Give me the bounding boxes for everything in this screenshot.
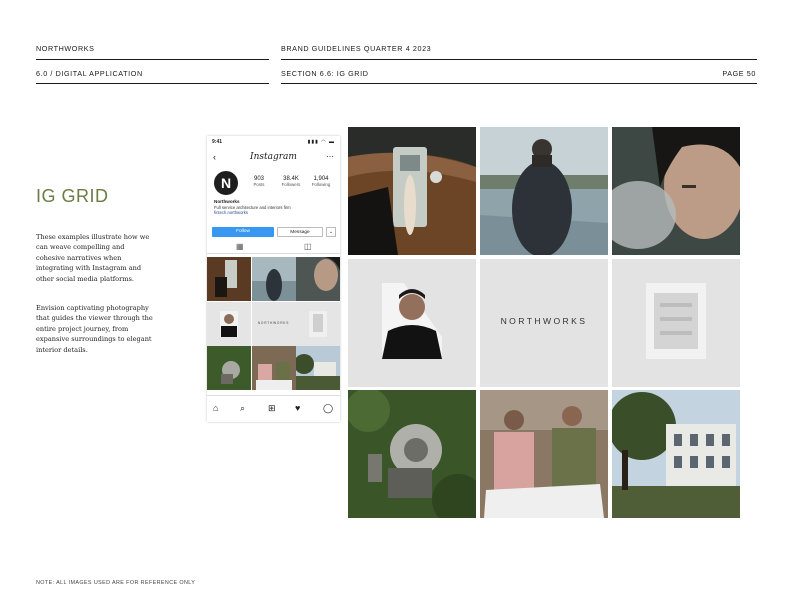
lake-image — [251, 257, 296, 301]
instagram-phone-mockup: 9:41 ▮▮▮ ◠ ▬ ‹ Instagram ⋯ N 903 Posts 3… — [207, 136, 340, 422]
grid-tile-aerial — [348, 390, 476, 518]
brand-building-image — [296, 301, 340, 346]
aerial-image — [207, 346, 251, 390]
header-rule-right-1 — [281, 59, 757, 60]
header-rule-right-2 — [281, 83, 757, 84]
profile-icon[interactable]: ◯ — [323, 403, 333, 414]
stat-posts-label: Posts — [253, 182, 265, 187]
document-title: BRAND GUIDELINES QUARTER 4 2023 — [281, 44, 432, 53]
footnote: NOTE: ALL IMAGES USED ARE FOR REFERENCE … — [36, 580, 196, 586]
post-thumb-lake[interactable] — [251, 257, 296, 301]
chapter-label: 6.0 / DIGITAL APPLICATION — [36, 69, 143, 78]
stat-following[interactable]: 1,904 Following — [307, 176, 335, 187]
home-icon[interactable]: ⌂ — [213, 403, 218, 413]
bottom-nav-bar: ⌂ ⌕ ⊞ ♥ ◯ — [207, 395, 340, 422]
grid-tile-wordmark: NORTHWORKS — [480, 259, 608, 387]
meeting-photo — [480, 390, 608, 518]
grid-tab-icon[interactable]: ▦ — [236, 242, 244, 251]
stat-followers[interactable]: 38.4K Followers — [277, 176, 305, 187]
heart-icon[interactable]: ♥ — [295, 403, 300, 413]
more-icon[interactable]: ⋯ — [326, 152, 334, 161]
section-label: SECTION 6.6: IG GRID — [281, 69, 369, 78]
post-thumb-surfboard[interactable] — [207, 257, 251, 301]
stat-posts[interactable]: 903 Posts — [245, 176, 273, 187]
post-thumb-aerial[interactable] — [207, 346, 251, 390]
brand-portrait-image — [207, 301, 251, 346]
grid-tile-brand-building — [612, 259, 740, 387]
stat-following-label: Following — [311, 182, 331, 187]
brand-building-graphic — [612, 259, 740, 387]
house-image — [296, 346, 340, 390]
portrait-image — [296, 257, 340, 301]
meeting-image — [251, 346, 296, 390]
profile-name: Northworks — [214, 199, 240, 204]
stat-followers-label: Followers — [281, 182, 301, 187]
page-title: IG GRID — [36, 186, 109, 206]
grid-tile-meeting — [480, 390, 608, 518]
post-thumb-portrait[interactable] — [296, 257, 340, 301]
status-time: 9:41 — [212, 139, 223, 145]
wordmark-small: NORTHWORKS — [257, 320, 290, 325]
post-thumb-house[interactable] — [296, 346, 340, 390]
profile-link[interactable]: fintech.northworks — [214, 210, 248, 215]
post-thumb-meeting[interactable] — [251, 346, 296, 390]
avatar[interactable]: N — [214, 171, 238, 195]
chevron-down-icon[interactable]: ⌄ — [326, 227, 336, 237]
post-thumb-brand-wordmark[interactable]: NORTHWORKS — [251, 301, 296, 346]
status-icons: ▮▮▮ ◠ ▬ — [307, 139, 335, 145]
message-button[interactable]: Message — [277, 227, 323, 237]
northworks-wordmark: NORTHWORKS — [500, 316, 588, 326]
body-paragraph-2: Envision captivating photography that gu… — [36, 304, 153, 354]
grid-tile-lake — [480, 127, 608, 255]
header-rule-left-1 — [36, 59, 269, 60]
page-number: PAGE 50 — [722, 69, 756, 78]
surfboard-image — [207, 257, 251, 301]
surfboard-photo — [348, 127, 476, 255]
instagram-logo: Instagram — [250, 152, 297, 162]
body-paragraph-1: These examples illustrate how we can wea… — [36, 233, 150, 283]
add-post-icon[interactable]: ⊞ — [268, 403, 276, 414]
header-rule-left-2 — [36, 83, 269, 84]
portrait-photo — [612, 127, 740, 255]
grid-tile-surfboard — [348, 127, 476, 255]
grid-tile-brand-portrait — [348, 259, 476, 387]
post-thumb-brand-building[interactable] — [296, 301, 340, 346]
brand-portrait-graphic — [348, 259, 476, 387]
house-photo — [612, 390, 740, 518]
search-icon[interactable]: ⌕ — [240, 403, 245, 414]
post-thumb-brand-portrait[interactable] — [207, 301, 251, 346]
brand-name: NORTHWORKS — [36, 44, 95, 53]
grid-tile-portrait — [612, 127, 740, 255]
grid-tile-house — [612, 390, 740, 518]
tagged-tab-icon[interactable]: ◫ — [304, 242, 312, 251]
aerial-photo — [348, 390, 476, 518]
follow-button[interactable]: Follow — [212, 227, 274, 237]
lake-photo — [480, 127, 608, 255]
tab-divider — [207, 253, 340, 254]
